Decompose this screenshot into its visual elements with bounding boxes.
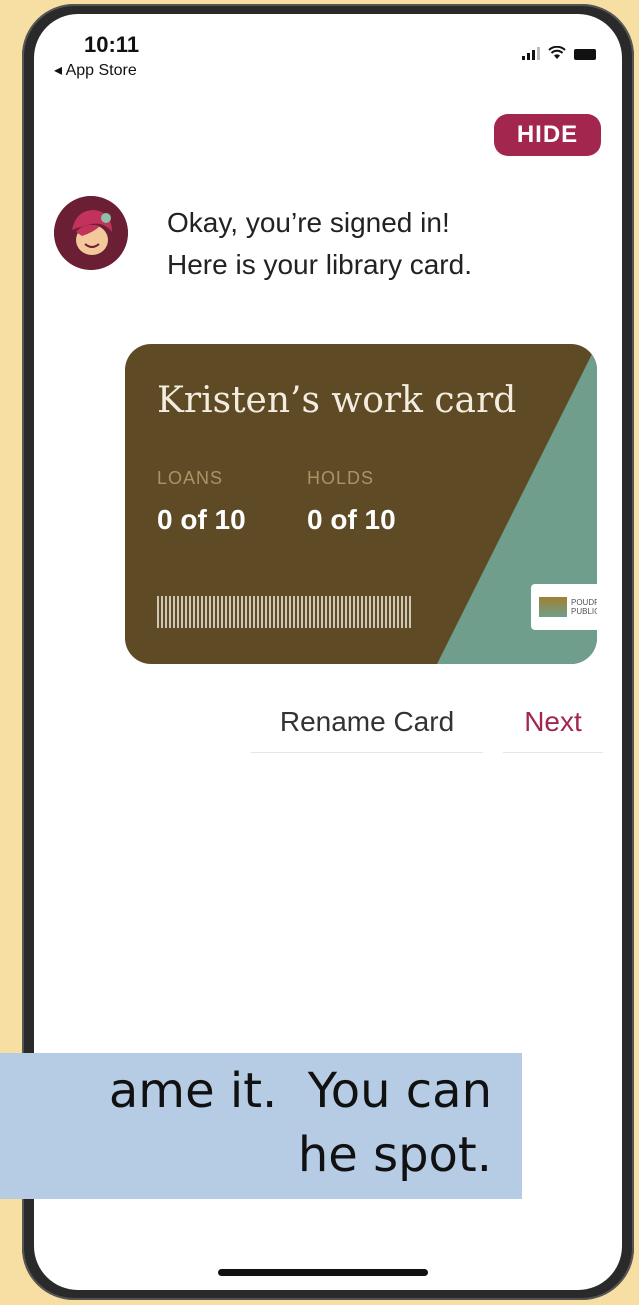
caption-overlay: ame it. You can he spot. [0,1053,522,1199]
rename-card-button[interactable]: Rename Card [251,692,483,753]
library-logo-text: POUDRE RIVERPUBLIC LIBRARY [571,598,597,616]
battery-icon [574,49,596,60]
library-logo: POUDRE RIVERPUBLIC LIBRARY [531,584,597,630]
status-time: 10:11 [84,32,140,57]
holds-label: HOLDS [307,468,375,488]
wifi-icon [548,46,566,59]
libby-avatar [54,196,128,270]
caption-line-2: he spot. [297,1127,492,1183]
holds-value: 0 of 10 [307,504,396,535]
caption-line-1: ame it. You can [108,1063,492,1119]
library-logo-mark [539,597,567,617]
message-line-1: Okay, you’re signed in! [167,207,450,238]
library-card[interactable]: Kristen’s work card LOANS 0 of 10 HOLDS … [125,344,597,664]
loans-value: 0 of 10 [157,504,246,535]
loans-label: LOANS [157,468,224,488]
message-line-2: Here is your library card. [167,249,472,280]
barcode [157,596,412,628]
back-to-app-store-link[interactable]: ◂ App Store [54,60,137,80]
chat-message: Okay, you’re signed in! Here is your lib… [167,202,472,286]
next-button[interactable]: Next [503,692,603,753]
caption-text: ame it. You can he spot. [0,1059,492,1187]
hide-button[interactable]: HIDE [494,114,601,156]
status-icons [522,46,596,60]
home-indicator[interactable] [218,1269,428,1276]
card-title: Kristen’s work card [157,380,517,421]
signal-icon [522,47,540,60]
